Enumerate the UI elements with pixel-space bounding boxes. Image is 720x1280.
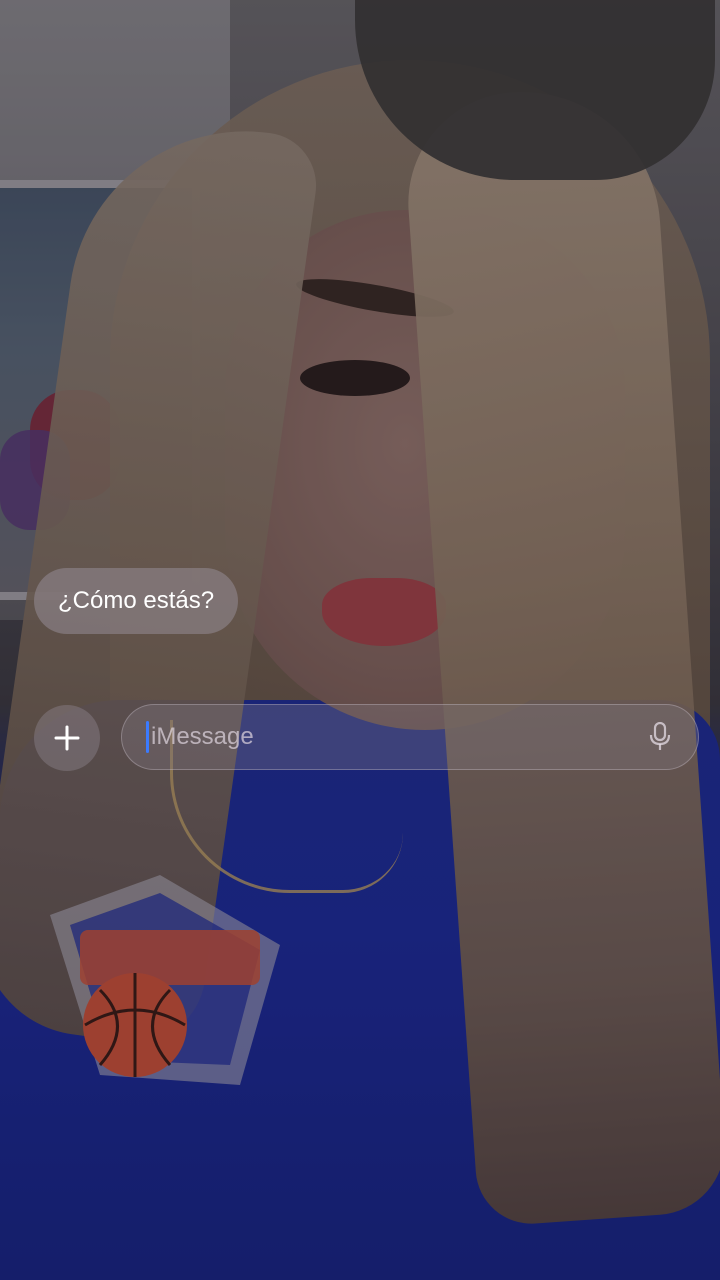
dictation-button[interactable] bbox=[640, 717, 680, 757]
plus-icon bbox=[54, 725, 80, 751]
add-attachment-button[interactable] bbox=[34, 705, 100, 771]
message-bubble[interactable]: ¿Cómo estás? bbox=[34, 568, 239, 634]
dim-overlay bbox=[0, 0, 720, 1280]
microphone-icon bbox=[649, 722, 671, 750]
message-input-bar[interactable] bbox=[121, 704, 699, 770]
message-text: ¿Cómo estás? bbox=[58, 587, 215, 614]
screen: ¿Cómo estás? bbox=[0, 0, 720, 1280]
message-input[interactable] bbox=[149, 722, 640, 752]
